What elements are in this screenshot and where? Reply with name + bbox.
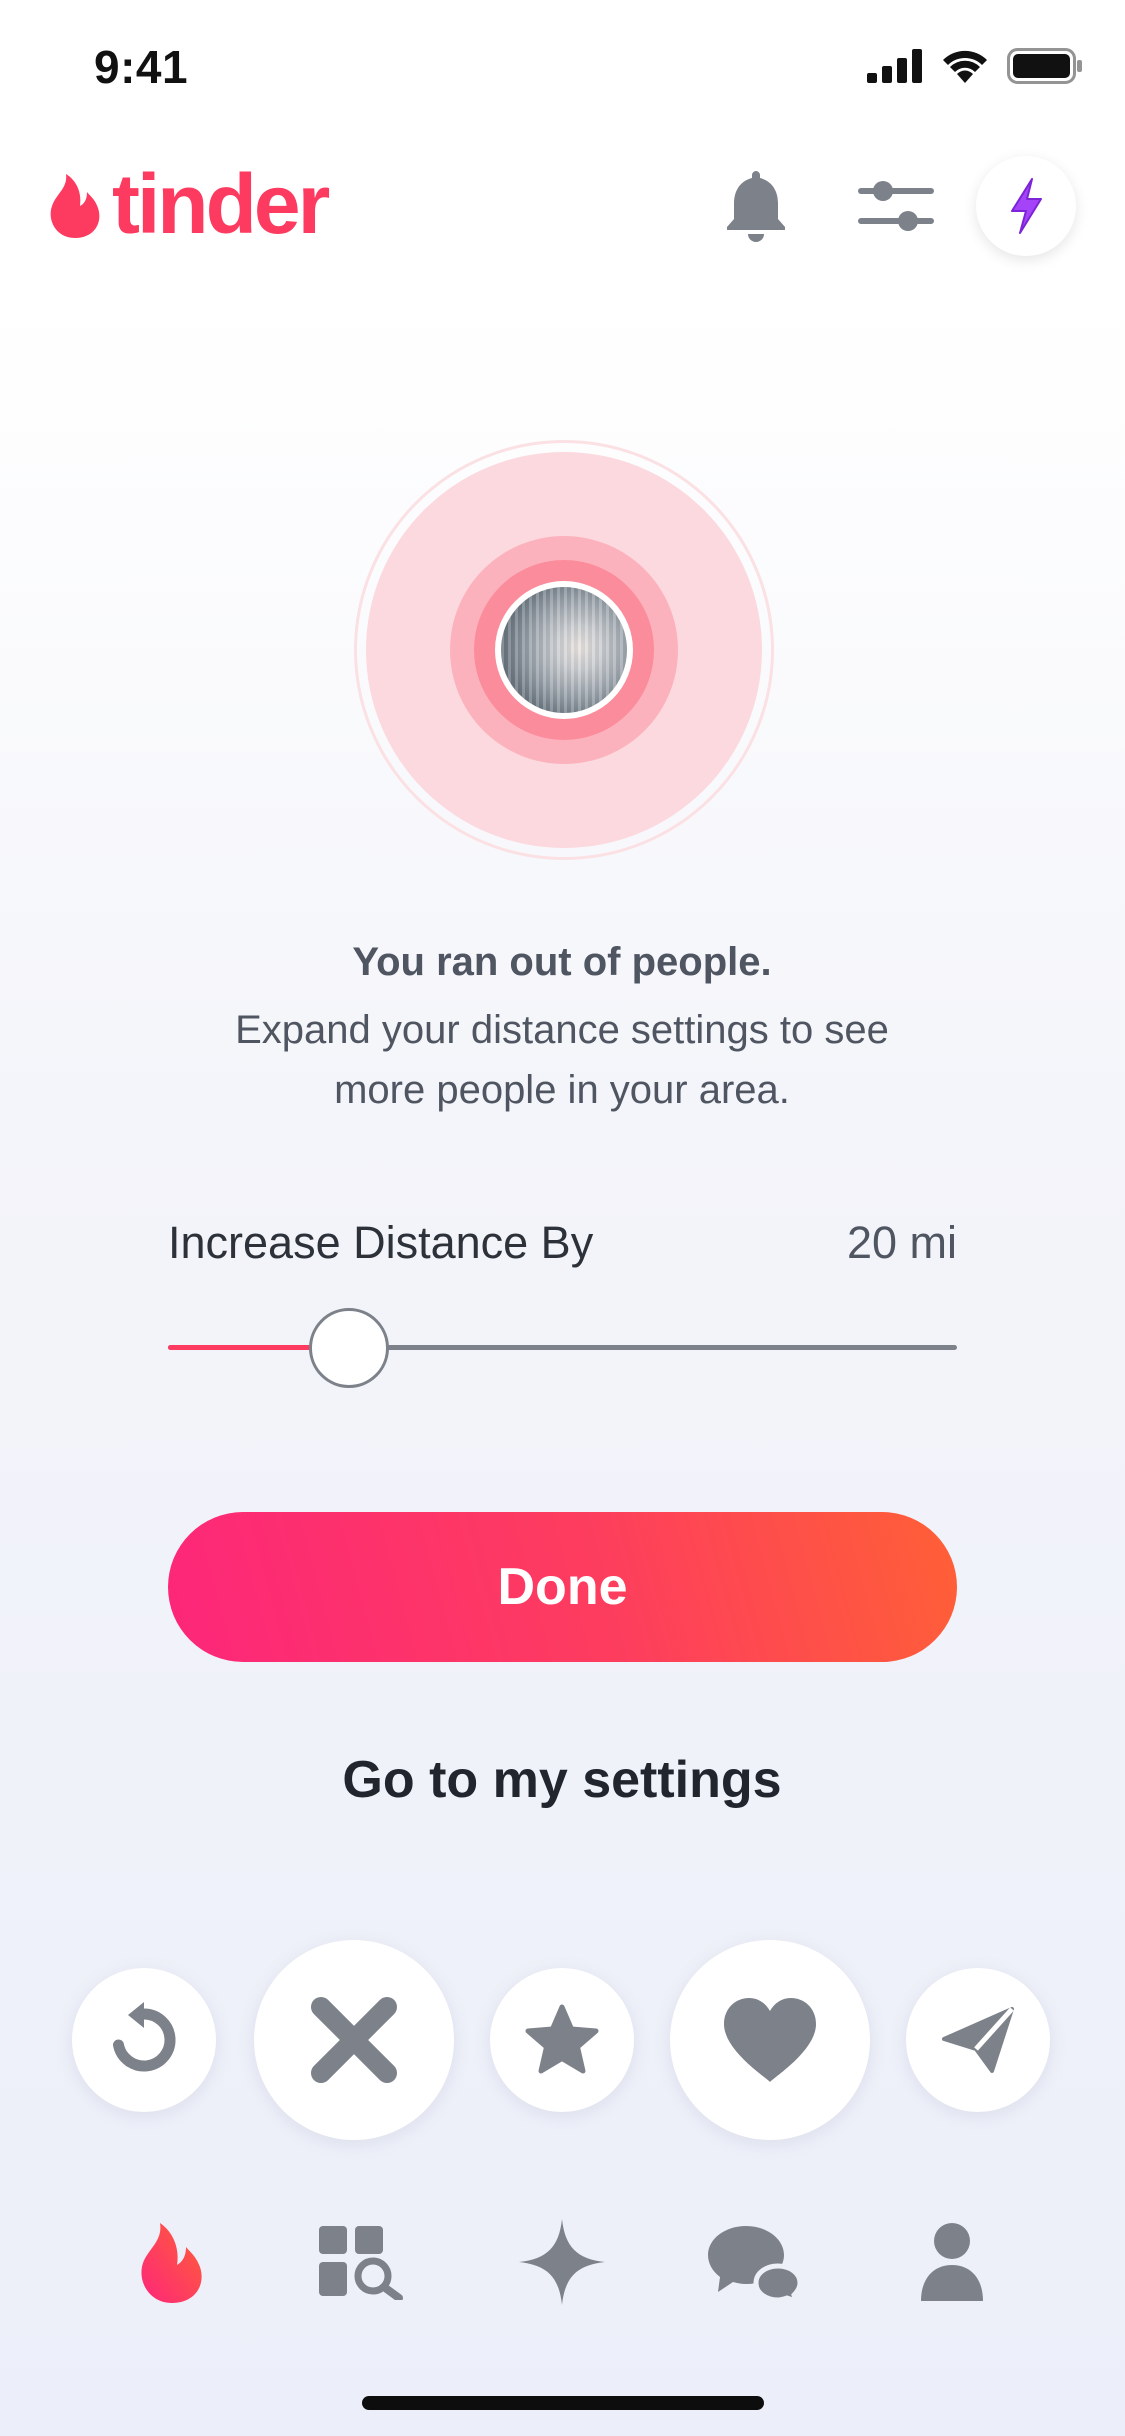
- send-paper-plane-icon: [942, 2007, 1014, 2073]
- empty-state-title: You ran out of people.: [352, 940, 772, 984]
- rewind-button[interactable]: [72, 1968, 216, 2112]
- filters-button[interactable]: [852, 162, 940, 250]
- sliders-icon: [858, 181, 934, 231]
- nope-button[interactable]: [254, 1940, 454, 2140]
- distance-value: 20 mi: [846, 1217, 957, 1268]
- status-bar: 9:41: [0, 0, 1125, 135]
- flame-logo-icon: [50, 174, 100, 238]
- super-like-button[interactable]: [490, 1968, 634, 2112]
- tab-messages[interactable]: [704, 2212, 804, 2312]
- status-icons: [867, 48, 1083, 84]
- send-button[interactable]: [906, 1968, 1050, 2112]
- go-to-settings-link[interactable]: Go to my settings: [112, 1750, 1012, 1810]
- wifi-icon: [943, 50, 987, 83]
- signal-icon: [867, 49, 922, 83]
- tinder-logo[interactable]: tinder: [46, 157, 330, 251]
- logo-text: tinder: [112, 157, 330, 251]
- user-avatar: [495, 581, 633, 719]
- app-header: tinder: [0, 140, 1125, 270]
- chat-icon: [708, 2226, 802, 2302]
- empty-state-body: Expand your distance settings to see mor…: [112, 1000, 1012, 1120]
- tab-profile[interactable]: [902, 2212, 1002, 2312]
- done-button[interactable]: Done: [168, 1512, 957, 1662]
- tab-explore[interactable]: [312, 2212, 412, 2312]
- distance-slider[interactable]: [168, 1300, 957, 1396]
- sparkle-icon: [519, 2219, 605, 2305]
- distance-label: Increase Distance By: [168, 1217, 594, 1268]
- nope-x-icon: [311, 1997, 397, 2083]
- rewind-icon: [113, 2002, 176, 2072]
- flame-icon: [141, 2223, 202, 2303]
- bell-icon: [727, 171, 785, 242]
- battery-icon: [1007, 48, 1082, 84]
- notifications-button[interactable]: [712, 162, 800, 250]
- profile-icon: [921, 2223, 983, 2301]
- radar-search-animation: [354, 440, 774, 860]
- tab-gold-home[interactable]: [512, 2212, 612, 2312]
- slider-thumb[interactable]: [309, 1308, 390, 1388]
- empty-state-body-line-2: more people in your area.: [334, 1068, 790, 1112]
- empty-state-body-line-1: Expand your distance settings to see: [235, 1008, 889, 1052]
- boost-button[interactable]: [976, 156, 1076, 256]
- status-time: 9:41: [94, 41, 189, 93]
- home-indicator[interactable]: [362, 2396, 764, 2410]
- like-heart-icon: [724, 1998, 816, 2082]
- like-button[interactable]: [670, 1940, 870, 2140]
- tab-discover[interactable]: [122, 2212, 222, 2312]
- lightning-icon: [1011, 178, 1042, 234]
- explore-icon: [319, 2226, 403, 2300]
- super-like-star-icon: [525, 2004, 599, 2074]
